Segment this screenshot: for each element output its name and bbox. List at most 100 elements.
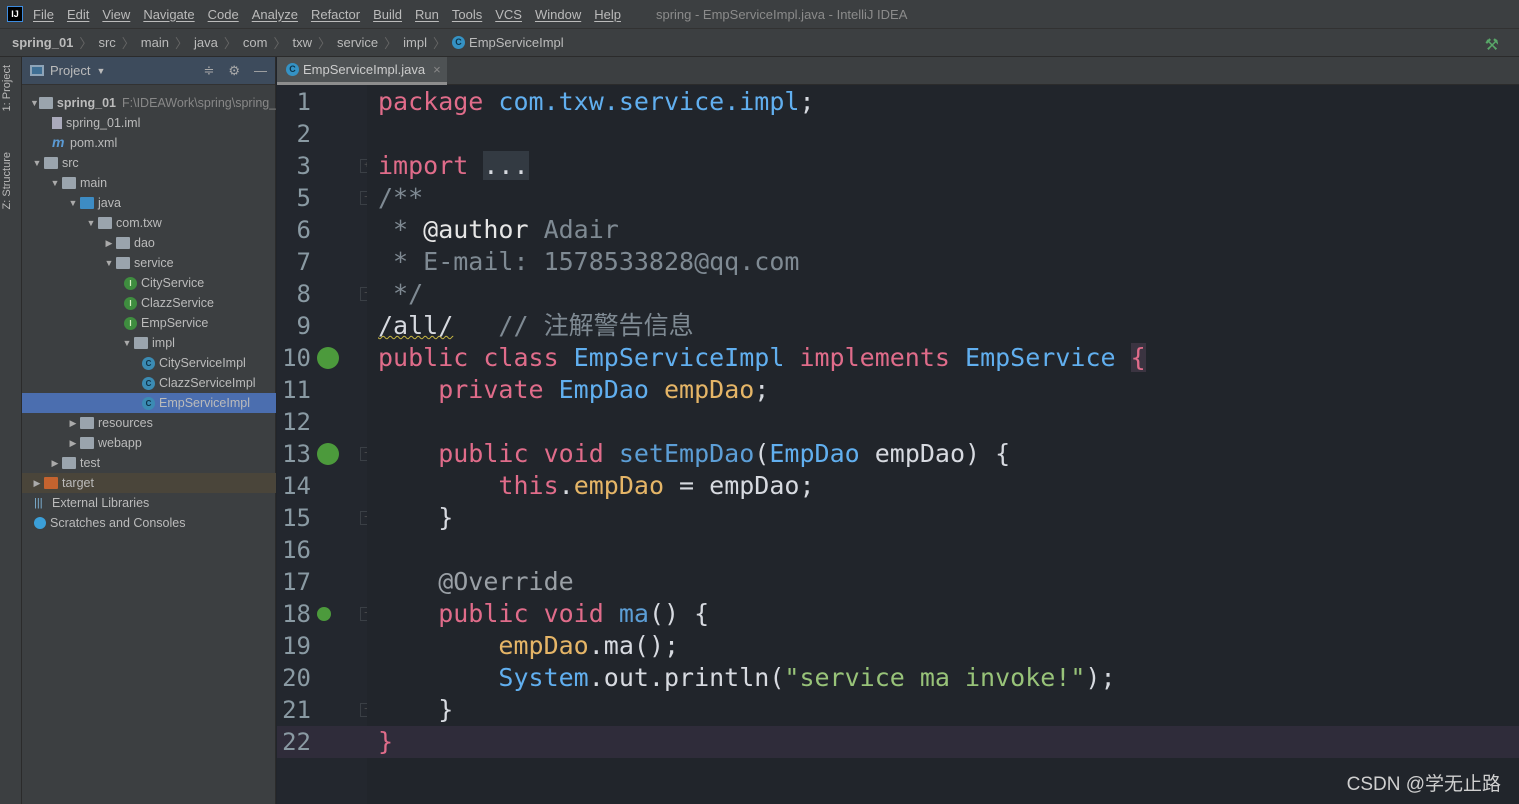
collapsed-arrow-icon[interactable]: ▶: [102, 238, 116, 249]
tree-item[interactable]: ▶ webapp: [22, 433, 276, 453]
breadcrumb-impl[interactable]: impl: [403, 35, 427, 50]
breadcrumb-src[interactable]: src: [98, 35, 115, 50]
tree-item[interactable]: ▶ target: [22, 473, 276, 493]
collapse-all-icon[interactable]: ≑: [203, 63, 214, 79]
breadcrumb-txw[interactable]: txw: [292, 35, 312, 50]
excluded-folder-icon: [44, 477, 58, 489]
tree-item[interactable]: ▼ spring_01 F:\IDEAWork\spring\spring_01: [22, 93, 276, 113]
code-line: this.empDao = empDao;: [378, 470, 814, 502]
code-token: );: [1085, 663, 1116, 692]
expanded-arrow-icon[interactable]: ▼: [84, 218, 98, 228]
tree-item[interactable]: I CityService: [22, 273, 276, 293]
code-token: com.txw.service.impl: [498, 87, 800, 116]
menu-navigate[interactable]: Navigate: [143, 7, 194, 22]
line-number: 3: [296, 152, 311, 180]
expanded-arrow-icon[interactable]: ▼: [120, 338, 134, 348]
menu-code[interactable]: Code: [208, 7, 239, 22]
breadcrumb-separator-icon: 〉: [223, 36, 237, 51]
resources-folder-icon: [80, 417, 94, 429]
tree-item[interactable]: I ClazzService: [22, 293, 276, 313]
tree-item[interactable]: ▶ test: [22, 453, 276, 473]
breadcrumb-spring-01[interactable]: spring_01: [12, 35, 73, 50]
menu-tools[interactable]: Tools: [452, 7, 482, 22]
menu-window[interactable]: Window: [535, 7, 581, 22]
breadcrumb-empserviceimpl[interactable]: EmpServiceImpl: [469, 35, 564, 50]
tree-item[interactable]: C ClazzServiceImpl: [22, 373, 276, 393]
tree-item-label: EmpServiceImpl: [159, 396, 250, 410]
code-token: public class: [378, 343, 574, 372]
chevron-down-icon[interactable]: ▼: [96, 66, 105, 76]
code-line: /all/ // 注解警告信息: [378, 310, 694, 342]
package-icon: [116, 237, 130, 249]
code-line: }: [378, 694, 453, 726]
menu-build[interactable]: Build: [373, 7, 402, 22]
menu-edit[interactable]: Edit: [67, 7, 89, 22]
structure-tool-tab[interactable]: Z: Structure: [1, 152, 13, 209]
code-token: public void: [378, 599, 619, 628]
line-number: 20: [282, 664, 311, 692]
tree-item-label: CityServiceImpl: [159, 356, 246, 370]
tree-item[interactable]: ▶ resources: [22, 413, 276, 433]
tree-item[interactable]: ▶ dao: [22, 233, 276, 253]
tree-item[interactable]: ▼ src: [22, 153, 276, 173]
line-number: 9: [296, 312, 311, 340]
code-editor[interactable]: package com.txw.service.impl; import ... /…: [367, 85, 1519, 804]
tree-item[interactable]: ||| External Libraries: [22, 493, 276, 513]
code-token: setEmpDao: [618, 439, 755, 468]
tree-item[interactable]: I EmpService: [22, 313, 276, 333]
menu-refactor[interactable]: Refactor: [311, 7, 360, 22]
build-hammer-icon[interactable]: ⚒: [1485, 35, 1499, 55]
breadcrumb-service[interactable]: service: [337, 35, 378, 50]
code-line: @Override: [378, 566, 573, 598]
editor-tab-bar: C EmpServiceImpl.java ×: [277, 57, 1519, 85]
tree-item[interactable]: ▼ impl: [22, 333, 276, 353]
code-token: System: [378, 663, 589, 692]
tree-item[interactable]: ▼ java: [22, 193, 276, 213]
breadcrumb-com[interactable]: com: [243, 35, 268, 50]
implemented-gutter-icon[interactable]: [317, 347, 339, 369]
tree-item[interactable]: C EmpServiceImpl: [22, 393, 276, 413]
menu-view[interactable]: View: [102, 7, 130, 22]
expanded-arrow-icon[interactable]: ▼: [30, 158, 44, 168]
tree-item[interactable]: ▼ main: [22, 173, 276, 193]
menu-run[interactable]: Run: [415, 7, 439, 22]
project-view-selector[interactable]: Project: [50, 63, 90, 78]
package-icon: [98, 217, 112, 229]
gear-icon[interactable]: ⚙: [228, 63, 240, 79]
expanded-arrow-icon[interactable]: ▼: [66, 198, 80, 208]
breadcrumb-main[interactable]: main: [141, 35, 169, 50]
tree-item-label: resources: [98, 416, 153, 430]
expanded-arrow-icon[interactable]: ▼: [102, 258, 116, 268]
tree-item[interactable]: Scratches and Consoles: [22, 513, 276, 533]
menu-vcs[interactable]: VCS: [495, 7, 522, 22]
expanded-arrow-icon[interactable]: ▼: [48, 178, 62, 188]
tree-item[interactable]: ▼ service: [22, 253, 276, 273]
tree-item[interactable]: C CityServiceImpl: [22, 353, 276, 373]
menu-help[interactable]: Help: [594, 7, 621, 22]
collapsed-arrow-icon[interactable]: ▶: [30, 478, 44, 489]
tree-item[interactable]: ▼ com.txw: [22, 213, 276, 233]
collapsed-arrow-icon[interactable]: ▶: [66, 418, 80, 429]
implemented-setter-gutter-icon[interactable]: [317, 443, 339, 465]
breadcrumb-separator-icon: 〉: [433, 36, 447, 51]
tree-item-label: dao: [134, 236, 155, 250]
code-token: .out.println(: [588, 663, 785, 692]
breadcrumb-java[interactable]: java: [194, 35, 218, 50]
tree-item[interactable]: m pom.xml: [22, 133, 276, 153]
hide-panel-icon[interactable]: —: [254, 63, 267, 79]
tree-item-label: ClazzServiceImpl: [159, 376, 256, 390]
project-tool-tab[interactable]: 1: Project: [1, 65, 13, 111]
code-token: public void: [378, 439, 619, 468]
code-token: *: [378, 215, 424, 244]
code-line: * @author Adair: [378, 214, 619, 246]
overrides-gutter-icon[interactable]: [317, 607, 331, 621]
menu-analyze[interactable]: Analyze: [252, 7, 298, 22]
collapsed-arrow-icon[interactable]: ▶: [48, 458, 62, 469]
expanded-arrow-icon[interactable]: ▼: [30, 98, 39, 108]
menu-file[interactable]: File: [33, 7, 54, 22]
tab-empserviceimpl-java[interactable]: C EmpServiceImpl.java ×: [277, 57, 447, 85]
close-tab-icon[interactable]: ×: [433, 62, 441, 77]
collapsed-arrow-icon[interactable]: ▶: [66, 438, 80, 449]
tree-item-label: target: [62, 476, 94, 490]
tree-item[interactable]: spring_01.iml: [22, 113, 276, 133]
